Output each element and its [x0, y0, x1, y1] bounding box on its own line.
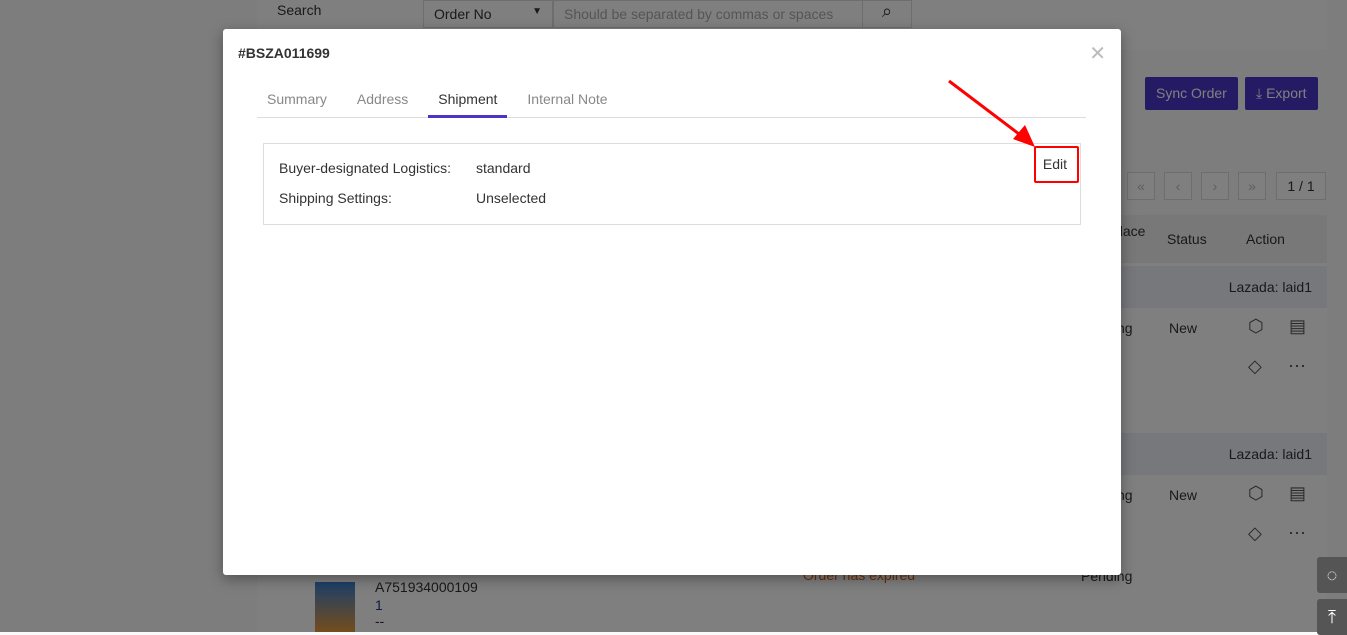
tab-shipment[interactable]: Shipment: [428, 85, 508, 118]
logistics-value: standard: [476, 160, 531, 176]
annotation-arrow: [948, 79, 1035, 147]
tab-summary[interactable]: Summary: [257, 85, 337, 118]
tab-internal-note[interactable]: Internal Note: [517, 85, 617, 118]
shipping-settings-label: Shipping Settings:: [279, 190, 392, 206]
back-to-top-icon[interactable]: ⤒: [1317, 599, 1347, 635]
modal-title: #BSZA011699: [238, 45, 330, 61]
chat-icon[interactable]: ◌: [1317, 557, 1347, 593]
close-icon[interactable]: ✕: [1089, 41, 1106, 66]
logistics-row: Buyer-designated Logistics: standard: [279, 160, 530, 176]
logistics-label: Buyer-designated Logistics:: [279, 160, 451, 176]
shipping-settings-value: Unselected: [476, 190, 547, 206]
shipping-settings-row: Shipping Settings: Unselected: [279, 190, 546, 206]
shipment-panel: Buyer-designated Logistics: standard Ship…: [263, 143, 1081, 225]
tab-address[interactable]: Address: [347, 85, 418, 118]
order-detail-modal: #BSZA011699 ✕ Summary Address Shipment I…: [223, 29, 1121, 575]
